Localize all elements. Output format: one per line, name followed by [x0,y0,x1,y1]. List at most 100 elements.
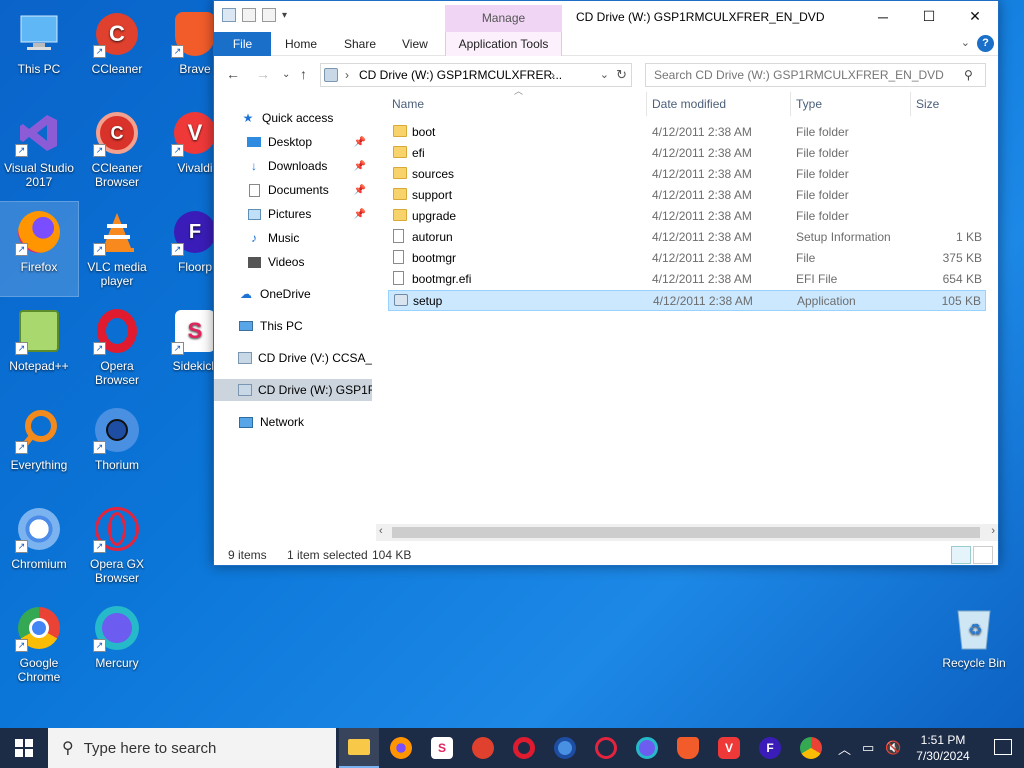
file-row[interactable]: support 4/12/2011 2:38 AM File folder [388,185,986,206]
file-row[interactable]: efi 4/12/2011 2:38 AM File folder [388,143,986,164]
scrollbar-thumb[interactable] [392,527,980,538]
back-arrow-icon[interactable]: ← [226,66,240,82]
file-row[interactable]: upgrade 4/12/2011 2:38 AM File folder [388,206,986,227]
manage-contextual-tab[interactable]: Manage [445,5,562,32]
file-row[interactable]: boot 4/12/2011 2:38 AM File folder [388,122,986,143]
taskbar-file-explorer[interactable] [339,728,379,768]
tab-view[interactable]: View [402,32,428,56]
title-bar: ▾ Manage CD Drive (W:) GSP1RMCULXFRER_EN… [214,1,998,32]
nav-network[interactable]: Network [214,411,372,433]
taskbar-sidekick[interactable]: S [422,728,462,768]
desktop-icon-recycle-bin[interactable]: ♻ Recycle Bin [935,598,1013,692]
help-icon[interactable]: ? [977,35,994,52]
nav-videos[interactable]: Videos [214,251,372,273]
tab-file[interactable]: File [214,32,271,56]
maximize-button[interactable]: ☐ [906,1,952,32]
show-hidden-icons-icon[interactable]: ︿ [838,728,851,768]
minimize-button[interactable]: ─ [860,1,906,32]
desktop-icon-notepad-plus-plus[interactable]: ↗ Notepad++ [0,301,78,395]
nav-music[interactable]: ♪ Music [214,227,372,249]
up-arrow-icon[interactable]: ↑ [300,66,307,82]
details-view-icon[interactable] [951,546,971,564]
tab-home[interactable]: Home [285,32,317,56]
taskbar-mercury[interactable] [627,728,667,768]
refresh-icon[interactable]: ↻ [616,67,627,83]
nav-desktop[interactable]: Desktop 📌 [214,131,372,153]
desktop-icon-opera[interactable]: ↗ Opera Browser [78,301,156,395]
nav-cd-drive-v[interactable]: CD Drive (V:) CCSA_X [214,347,372,369]
scroll-right-icon[interactable]: › [991,525,995,537]
search-input[interactable]: Search CD Drive (W:) GSP1RMCULXFRER_EN_D… [645,63,986,87]
taskbar-chrome[interactable] [791,728,831,768]
address-bar[interactable]: › CD Drive (W:) GSP1RMCULXFRER... › ⌄ ↻ [320,63,632,87]
desktop-icon-chromium[interactable]: ↗ Chromium [0,499,78,593]
tab-share[interactable]: Share [344,32,376,56]
desktop-icon-firefox[interactable]: ↗ Firefox [0,201,79,297]
new-folder-icon[interactable] [262,8,276,22]
column-header-date[interactable]: Date modified [652,97,726,111]
network-status-icon[interactable]: ▭ [862,728,874,768]
ccleaner-icon [472,737,494,759]
forward-arrow-icon[interactable]: → [256,66,270,82]
taskbar-thorium[interactable] [545,728,585,768]
vlc-icon: ↗ [93,208,141,256]
ccleaner-browser-icon: C ↗ [93,109,141,157]
search-icon: ⚲ [62,740,74,757]
column-header-size[interactable]: Size [916,97,939,111]
clock[interactable]: 1:51 PM 7/30/2024 [908,732,978,764]
desktop-icon-ccleaner[interactable]: C ↗ CCleaner [78,4,156,98]
scroll-left-icon[interactable]: ‹ [379,525,383,537]
desktop-icon-opera-gx[interactable]: ↗ Opera GX Browser [78,499,156,593]
search-icon[interactable]: ⚲ [964,68,973,82]
file-row[interactable]: autorun 4/12/2011 2:38 AM Setup Informatio… [388,227,986,248]
nav-documents[interactable]: Documents 📌 [214,179,372,201]
desktop-icon-google-chrome[interactable]: ↗ Google Chrome [0,598,78,692]
expand-ribbon-icon[interactable]: ⌄ [961,36,970,49]
recent-locations-icon[interactable]: ⌄ [282,69,290,80]
properties-icon[interactable] [242,8,256,22]
address-dropdown-icon[interactable]: ⌄ [600,68,609,81]
desktop-icon-visual-studio[interactable]: ↗ Visual Studio 2017 [0,103,78,197]
taskbar-search-input[interactable]: ⚲ Type here to search [48,728,336,768]
desktop-icon-everything[interactable]: ↗ Everything [0,400,78,494]
nav-cd-drive-w[interactable]: CD Drive (W:) GSP1RM [214,379,372,401]
desktop-icon-vlc[interactable]: ↗ VLC media player [78,202,156,296]
file-row[interactable]: bootmgr.efi 4/12/2011 2:38 AM EFI File 654 … [388,269,986,290]
desktop-icon-this-pc[interactable]: This PC [0,4,78,98]
start-button[interactable] [0,728,48,768]
nav-pictures[interactable]: Pictures 📌 [214,203,372,225]
close-button[interactable]: ✕ [952,1,998,32]
notifications-icon[interactable] [994,739,1012,755]
cloud-icon: ☁ [240,287,252,301]
tab-application-tools[interactable]: Application Tools [445,32,562,56]
nav-quick-access[interactable]: ★ Quick access [214,107,372,129]
nav-this-pc[interactable]: This PC [214,315,372,337]
horizontal-scrollbar[interactable]: ‹ › [376,524,998,541]
taskbar-brave[interactable] [668,728,708,768]
volume-muted-icon[interactable]: 🔇 [885,728,901,768]
taskbar-opera-gx[interactable] [586,728,626,768]
opera-gx-icon [595,737,617,759]
large-icons-view-icon[interactable] [973,546,993,564]
column-header-name[interactable]: Name [392,97,424,111]
taskbar-firefox[interactable] [381,728,421,768]
file-row[interactable]: bootmgr 4/12/2011 2:38 AM File 375 KB [388,248,986,269]
taskbar-vivaldi[interactable]: V [709,728,749,768]
desktop-icon-mercury[interactable]: ↗ Mercury [78,598,156,692]
star-icon: ★ [242,111,254,125]
file-row-selected[interactable]: setup 4/12/2011 2:38 AM Application 105 KB [388,290,986,311]
column-header-type[interactable]: Type [796,97,822,111]
desktop-icon-thorium[interactable]: ↗ Thorium [78,400,156,494]
taskbar-floorp[interactable]: F [750,728,790,768]
desktop-icon-ccleaner-browser[interactable]: C ↗ CCleaner Browser [78,103,156,197]
taskbar-ccleaner[interactable] [463,728,503,768]
customize-toolbar-icon[interactable]: ▾ [282,10,287,21]
file-row[interactable]: sources 4/12/2011 2:38 AM File folder [388,164,986,185]
network-icon [238,415,254,429]
opera-icon: ↗ [93,307,141,355]
nav-downloads[interactable]: ↓ Downloads 📌 [214,155,372,177]
taskbar-opera[interactable] [504,728,544,768]
nav-onedrive[interactable]: ☁ OneDrive [214,283,372,305]
firefox-icon [390,737,412,759]
address-row: ← → ⌄ ↑ › CD Drive (W:) GSP1RMCULXFRER..… [214,56,998,92]
